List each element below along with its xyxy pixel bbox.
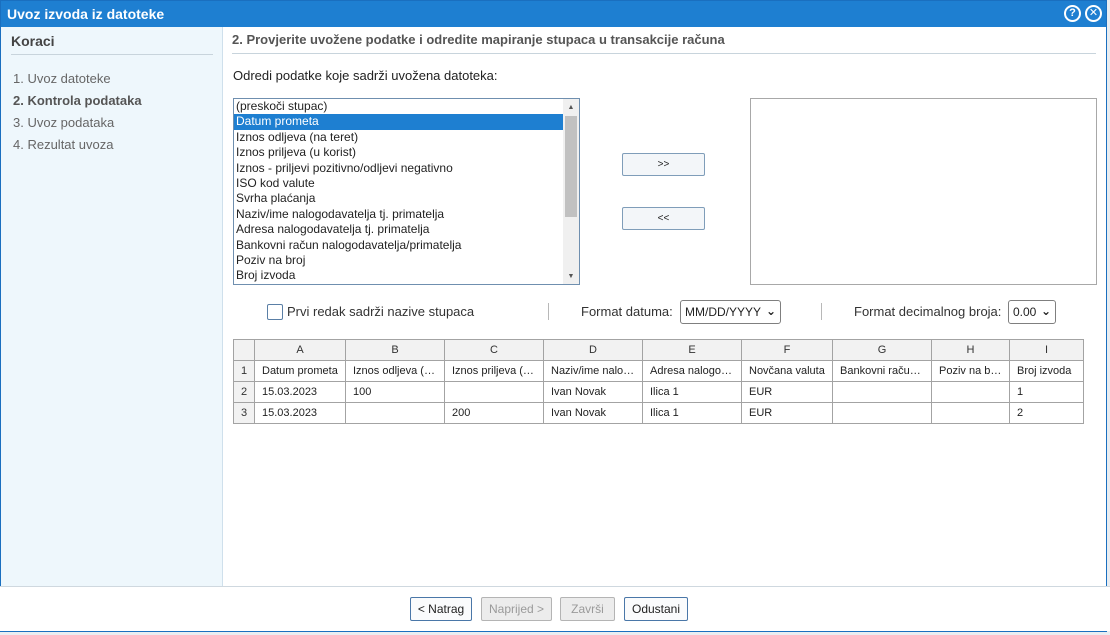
decimal-format-value: 0.00 — [1013, 305, 1037, 319]
close-icon[interactable]: ✕ — [1085, 5, 1102, 22]
first-row-headers-label: Prvi redak sadrži nazive stupaca — [287, 304, 475, 319]
column-letter: F — [741, 339, 833, 361]
field-option[interactable]: Adresa nalogodavatelja tj. primatelja — [234, 222, 563, 237]
first-row-headers-checkbox[interactable] — [267, 304, 283, 320]
column-letter: C — [444, 339, 544, 361]
step-import-result: 4. Rezultat uvoza — [13, 137, 114, 152]
steps-sidebar: Koraci — [1, 27, 223, 587]
field-option[interactable]: Naziv/ime nalogodavatelja tj. primatelja — [234, 207, 563, 222]
scroll-up-icon[interactable]: ▲ — [563, 99, 579, 115]
mapping-instruction: Odredi podatke koje sadrži uvožena datot… — [233, 68, 498, 83]
sidebar-title: Koraci — [11, 33, 213, 55]
table-cell: 15.03.2023 — [254, 402, 346, 424]
column-letter: I — [1009, 339, 1084, 361]
field-option[interactable]: (preskoči stupac) — [234, 99, 563, 114]
table-cell: 15.03.2023 — [254, 381, 346, 403]
row-number: 1 — [233, 360, 255, 382]
listbox-scrollbar[interactable]: ▲ ▼ — [563, 99, 579, 284]
table-cell — [345, 402, 445, 424]
field-option[interactable]: Iznos priljeva (u korist) — [234, 145, 563, 160]
column-letter: E — [642, 339, 742, 361]
table-cell: 1 — [1009, 381, 1084, 403]
table-cell — [931, 381, 1010, 403]
next-button[interactable]: Naprijed > — [481, 597, 552, 621]
scrollbar-thumb[interactable] — [565, 116, 577, 217]
table-cell — [931, 402, 1010, 424]
field-list: (preskoči stupac) Datum prometa Iznos odlj… — [234, 99, 563, 284]
field-option[interactable]: Svrha plaćanja — [234, 191, 563, 206]
field-option[interactable]: Bankovni račun nalogodavatelja/primatelj… — [234, 238, 563, 253]
field-option[interactable]: Datum prometa — [234, 114, 563, 130]
column-letter-row: ABCDEFGHI — [233, 339, 1084, 361]
table-cell: 100 — [345, 381, 445, 403]
row-number: 3 — [233, 402, 255, 424]
back-button[interactable]: < Natrag — [410, 597, 472, 621]
table-cell: Ivan Novak — [543, 402, 643, 424]
date-format-label: Format datuma: — [581, 304, 673, 319]
field-option[interactable]: Broj izvoda — [234, 268, 563, 283]
table-cell: Bankovni račun nalogodavatelja — [832, 360, 932, 382]
field-option[interactable]: Iznos - priljevi pozitivno/odljevi negat… — [234, 161, 563, 176]
column-letter: H — [931, 339, 1010, 361]
decimal-format-label: Format decimalnog broja: — [854, 304, 1002, 319]
step-upload-file: 1. Uvoz datoteke — [13, 71, 111, 86]
column-letter: B — [345, 339, 445, 361]
field-option[interactable]: Iznos odljeva (na teret) — [234, 130, 563, 145]
field-listbox[interactable]: (preskoči stupac) Datum prometa Iznos odlj… — [233, 98, 580, 285]
scroll-down-icon[interactable]: ▼ — [563, 268, 579, 284]
mapped-columns-list[interactable] — [750, 98, 1097, 285]
table-cell: Iznos priljeva (u korist) — [444, 360, 544, 382]
column-letter: G — [832, 339, 932, 361]
table-cell: Datum prometa — [254, 360, 346, 382]
step-data-import: 3. Uvoz podataka — [13, 115, 115, 130]
dialog-title: Uvoz izvoda iz datoteke — [7, 6, 165, 22]
table-cell: Ilica 1 — [642, 381, 742, 403]
data-preview-table: A B C D E F G H I 1 Datum prometa Iznos odljeva (na… — [233, 339, 1084, 424]
table-cell — [444, 381, 544, 403]
dialog-titlebar: Uvoz izvoda iz datoteke ? ✕ — [1, 1, 1106, 27]
finish-button[interactable]: Završi — [560, 597, 615, 621]
step-data-check: 2. Kontrola podataka — [13, 93, 142, 108]
page-title: 2. Provjerite uvožene podatke i odredite… — [232, 32, 1096, 54]
divider — [821, 303, 822, 320]
dialog-footer — [0, 586, 1110, 631]
table-cell: Poziv na broj — [931, 360, 1010, 382]
date-format-value: MM/DD/YYYY — [685, 305, 762, 319]
table-cell: EUR — [741, 381, 833, 403]
table-row: 3 15.03.2023 200 Ivan Novak Ilica 1 EUR 2 — [233, 402, 1084, 424]
table-cell: Adresa nalogodavatelja — [642, 360, 742, 382]
table-cell: Broj izvoda — [1009, 360, 1084, 382]
table-cell — [832, 381, 932, 403]
cancel-button[interactable]: Odustani — [624, 597, 688, 621]
table-cell: EUR — [741, 402, 833, 424]
table-cell: Novčana valuta — [741, 360, 833, 382]
field-option[interactable]: Poziv na broj — [234, 253, 563, 268]
field-option[interactable]: ISO kod valute — [234, 176, 563, 191]
table-cell — [832, 402, 932, 424]
help-icon[interactable]: ? — [1064, 5, 1081, 22]
chevron-down-icon: ⌄ — [765, 304, 776, 318]
column-letter: D — [543, 339, 643, 361]
chevron-down-icon: ⌄ — [1040, 304, 1051, 318]
divider — [548, 303, 549, 320]
table-row: 1Datum prometaIznos odljeva (na teret)Iz… — [233, 360, 1084, 382]
table-row: 2 15.03.2023 100 Ivan Novak Ilica 1 EUR 1 — [233, 381, 1084, 403]
date-format-select[interactable]: MM/DD/YYYY ⌄ — [680, 300, 781, 324]
add-mapping-button[interactable]: >> — [622, 153, 705, 176]
table-cell: 200 — [444, 402, 544, 424]
table-cell: Iznos odljeva (na teret) — [345, 360, 445, 382]
column-letter: A — [254, 339, 346, 361]
table-cell: Naziv/ime nalogodavatelja — [543, 360, 643, 382]
decimal-format-select[interactable]: 0.00 ⌄ — [1008, 300, 1056, 324]
table-cell: Ilica 1 — [642, 402, 742, 424]
table-cell: 2 — [1009, 402, 1084, 424]
remove-mapping-button[interactable]: << — [622, 207, 705, 230]
table-cell: Ivan Novak — [543, 381, 643, 403]
row-number: 2 — [233, 381, 255, 403]
corner-cell — [233, 339, 255, 361]
